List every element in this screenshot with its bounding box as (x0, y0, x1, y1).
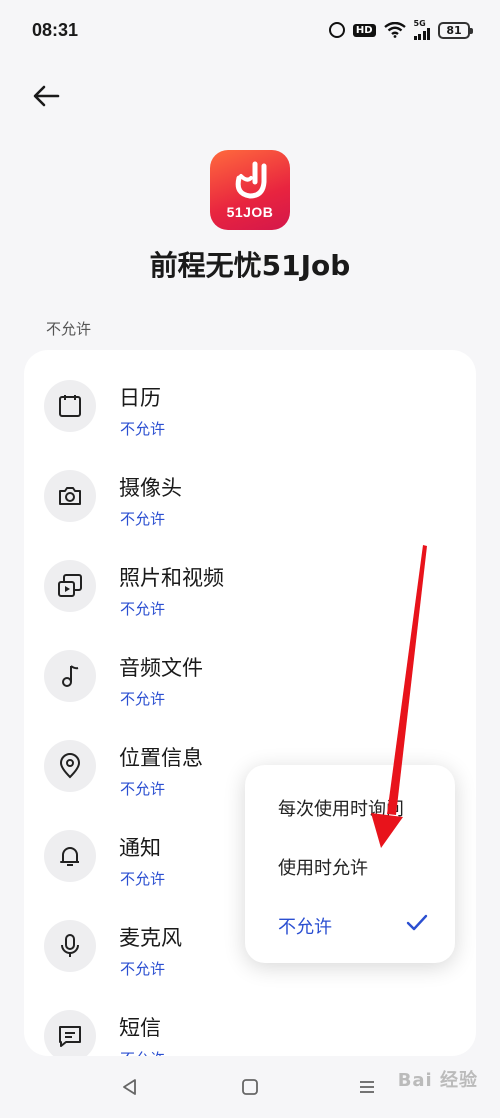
checkmark-icon (406, 914, 428, 931)
signal-icon: 5G (413, 19, 430, 40)
permission-title: 麦克风 (119, 926, 182, 950)
permission-status: 不允许 (120, 1048, 165, 1056)
back-button[interactable] (28, 78, 64, 114)
permission-status: 不允许 (120, 870, 166, 888)
permission-title: 音频文件 (119, 656, 203, 680)
permission-status: 不允许 (120, 780, 166, 798)
wifi-icon (383, 22, 406, 38)
option-ask-every-time[interactable]: 每次使用时询问 (278, 795, 404, 821)
network-label: 5G (413, 19, 426, 28)
battery-level: 81 (446, 23, 462, 37)
permission-item-camera[interactable]: 摄像头 不允许 (24, 452, 476, 542)
section-header: 不允许 (46, 320, 92, 338)
camera-icon (59, 487, 81, 505)
nav-home-button[interactable] (235, 1072, 265, 1102)
watermark: Bai 经验 (397, 1070, 478, 1091)
app-name: 前程无忧51Job (149, 249, 351, 282)
alarm-icon (328, 22, 345, 38)
permission-dropdown-menu: 每次使用时询问 使用时允许 不允许 (245, 765, 455, 963)
message-icon (59, 1026, 81, 1047)
nav-recents-button[interactable] (352, 1072, 382, 1102)
permission-title: 日历 (119, 386, 161, 410)
option-deny[interactable]: 不允许 (278, 913, 332, 939)
hand-logo-icon (235, 161, 267, 199)
permission-status: 不允许 (120, 960, 166, 978)
status-bar: 08:31 HD 5G 81 (0, 0, 500, 60)
square-home-icon (242, 1079, 258, 1095)
photos-videos-icon (58, 574, 82, 597)
permission-title: 短信 (119, 1016, 161, 1040)
option-allow-while-using[interactable]: 使用时允许 (278, 854, 368, 880)
permission-title: 通知 (119, 836, 161, 860)
app-icon-label: 51JOB (226, 204, 274, 220)
permission-title: 位置信息 (119, 746, 203, 770)
location-pin-icon (59, 753, 81, 779)
permission-item-photos-videos[interactable]: 照片和视频 不允许 (24, 542, 476, 632)
menu-lines-icon (360, 1081, 374, 1093)
permission-item-audio-files[interactable]: 音频文件 不允许 (24, 632, 476, 722)
permission-title: 照片和视频 (119, 566, 224, 590)
back-arrow-icon (33, 85, 60, 107)
permission-status: 不允许 (120, 420, 166, 438)
permission-status: 不允许 (120, 690, 166, 708)
music-note-icon (62, 665, 79, 687)
calendar-icon (59, 395, 81, 417)
triangle-back-icon (123, 1079, 136, 1095)
battery-icon: 81 (438, 21, 473, 39)
permission-status: 不允许 (120, 510, 166, 528)
nav-back-button[interactable] (115, 1072, 145, 1102)
hd-badge: HD (352, 23, 376, 37)
permission-title: 摄像头 (119, 476, 182, 500)
microphone-icon (61, 934, 79, 957)
permission-item-calendar[interactable]: 日历 不允许 (24, 362, 476, 452)
status-icons: HD 5G 81 (328, 19, 473, 40)
permission-status: 不允许 (120, 600, 166, 618)
bell-icon (60, 847, 79, 866)
permission-item-sms[interactable]: 短信 不允许 (24, 992, 476, 1056)
status-time: 08:31 (32, 20, 79, 40)
app-icon: 51JOB (210, 150, 290, 230)
